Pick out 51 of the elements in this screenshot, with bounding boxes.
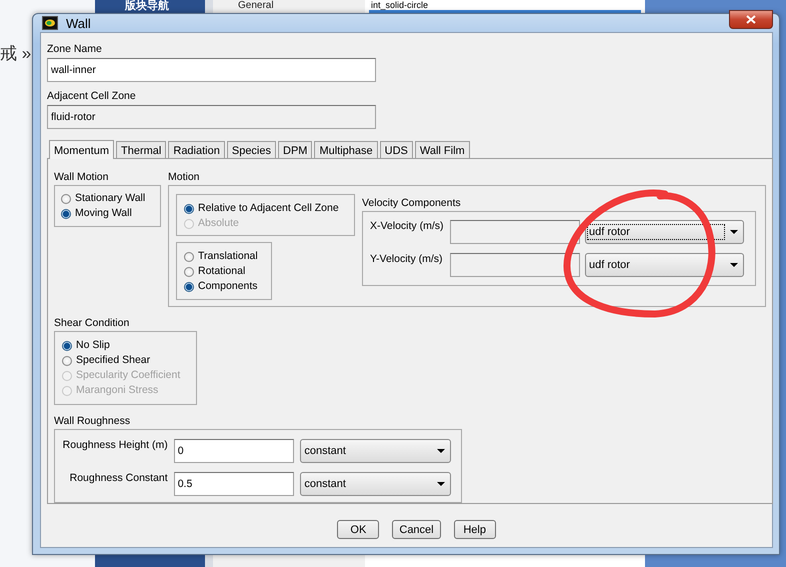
zone-name-label: Zone Name [47, 43, 102, 55]
group-title: Wall Motion [54, 171, 108, 183]
app-icon [42, 16, 58, 30]
dialog-button[interactable]: OK [337, 520, 380, 539]
dialog-button[interactable]: Cancel [392, 520, 441, 539]
close-icon [746, 14, 756, 24]
group-title: Velocity Components [362, 197, 461, 209]
input-field[interactable] [450, 220, 580, 244]
radio-button[interactable]: Translational [184, 249, 264, 264]
tab[interactable]: Momentum [49, 140, 114, 159]
field-label: Roughness Height (m) [62, 439, 169, 451]
input-field[interactable]: 0 [174, 439, 294, 463]
tree-item[interactable]: General [238, 0, 365, 11]
dropdown[interactable]: constant [300, 439, 451, 463]
field-label: Roughness Constant [68, 472, 169, 484]
caret-icon [730, 230, 738, 234]
caret-icon [437, 482, 445, 486]
caret-icon [730, 263, 738, 267]
radio-button[interactable]: Rotational [184, 264, 264, 279]
input-field[interactable]: 0.5 [174, 472, 294, 496]
radio-button[interactable]: Components [184, 279, 264, 294]
dropdown[interactable]: udf rotor [585, 220, 744, 244]
tab[interactable]: Multiphase [314, 141, 378, 158]
dropdown[interactable]: udf rotor [585, 253, 744, 277]
tab[interactable]: Wall Film [414, 141, 470, 158]
tab[interactable]: DPM [278, 141, 312, 158]
dropdown[interactable]: constant [300, 472, 451, 496]
list-item[interactable]: int_solid-circle [369, 0, 641, 10]
close-button[interactable] [729, 10, 773, 28]
radio-button[interactable]: Stationary Wall [61, 191, 154, 206]
group-title: Shear Condition [54, 317, 130, 329]
radio-button[interactable]: Specified Shear [62, 353, 189, 368]
dialog-button[interactable]: Help [454, 520, 496, 539]
tab[interactable]: Thermal [116, 141, 166, 158]
zone-name-field[interactable]: wall-inner [47, 58, 376, 82]
field-label: Y-Velocity (m/s) [370, 253, 444, 265]
field-label: X-Velocity (m/s) [370, 220, 445, 232]
tab[interactable]: Radiation [168, 141, 225, 158]
tab[interactable]: UDS [380, 141, 413, 158]
tab[interactable]: Species [226, 141, 276, 158]
group-title: Wall Roughness [54, 415, 130, 427]
caret-icon [437, 449, 445, 453]
group-title: Motion [168, 171, 200, 183]
radio-button[interactable]: No Slip [62, 338, 189, 353]
breadcrumb-text: 戒 » [0, 44, 32, 63]
adjacent-cell-zone-label: Adjacent Cell Zone [47, 90, 136, 102]
radio-button[interactable]: Moving Wall [61, 206, 154, 221]
radio-button[interactable]: Relative to Adjacent Cell Zone [184, 201, 347, 216]
adjacent-cell-zone-field: fluid-rotor [47, 105, 376, 129]
input-field[interactable] [450, 253, 580, 277]
window-title: Wall [66, 16, 91, 30]
